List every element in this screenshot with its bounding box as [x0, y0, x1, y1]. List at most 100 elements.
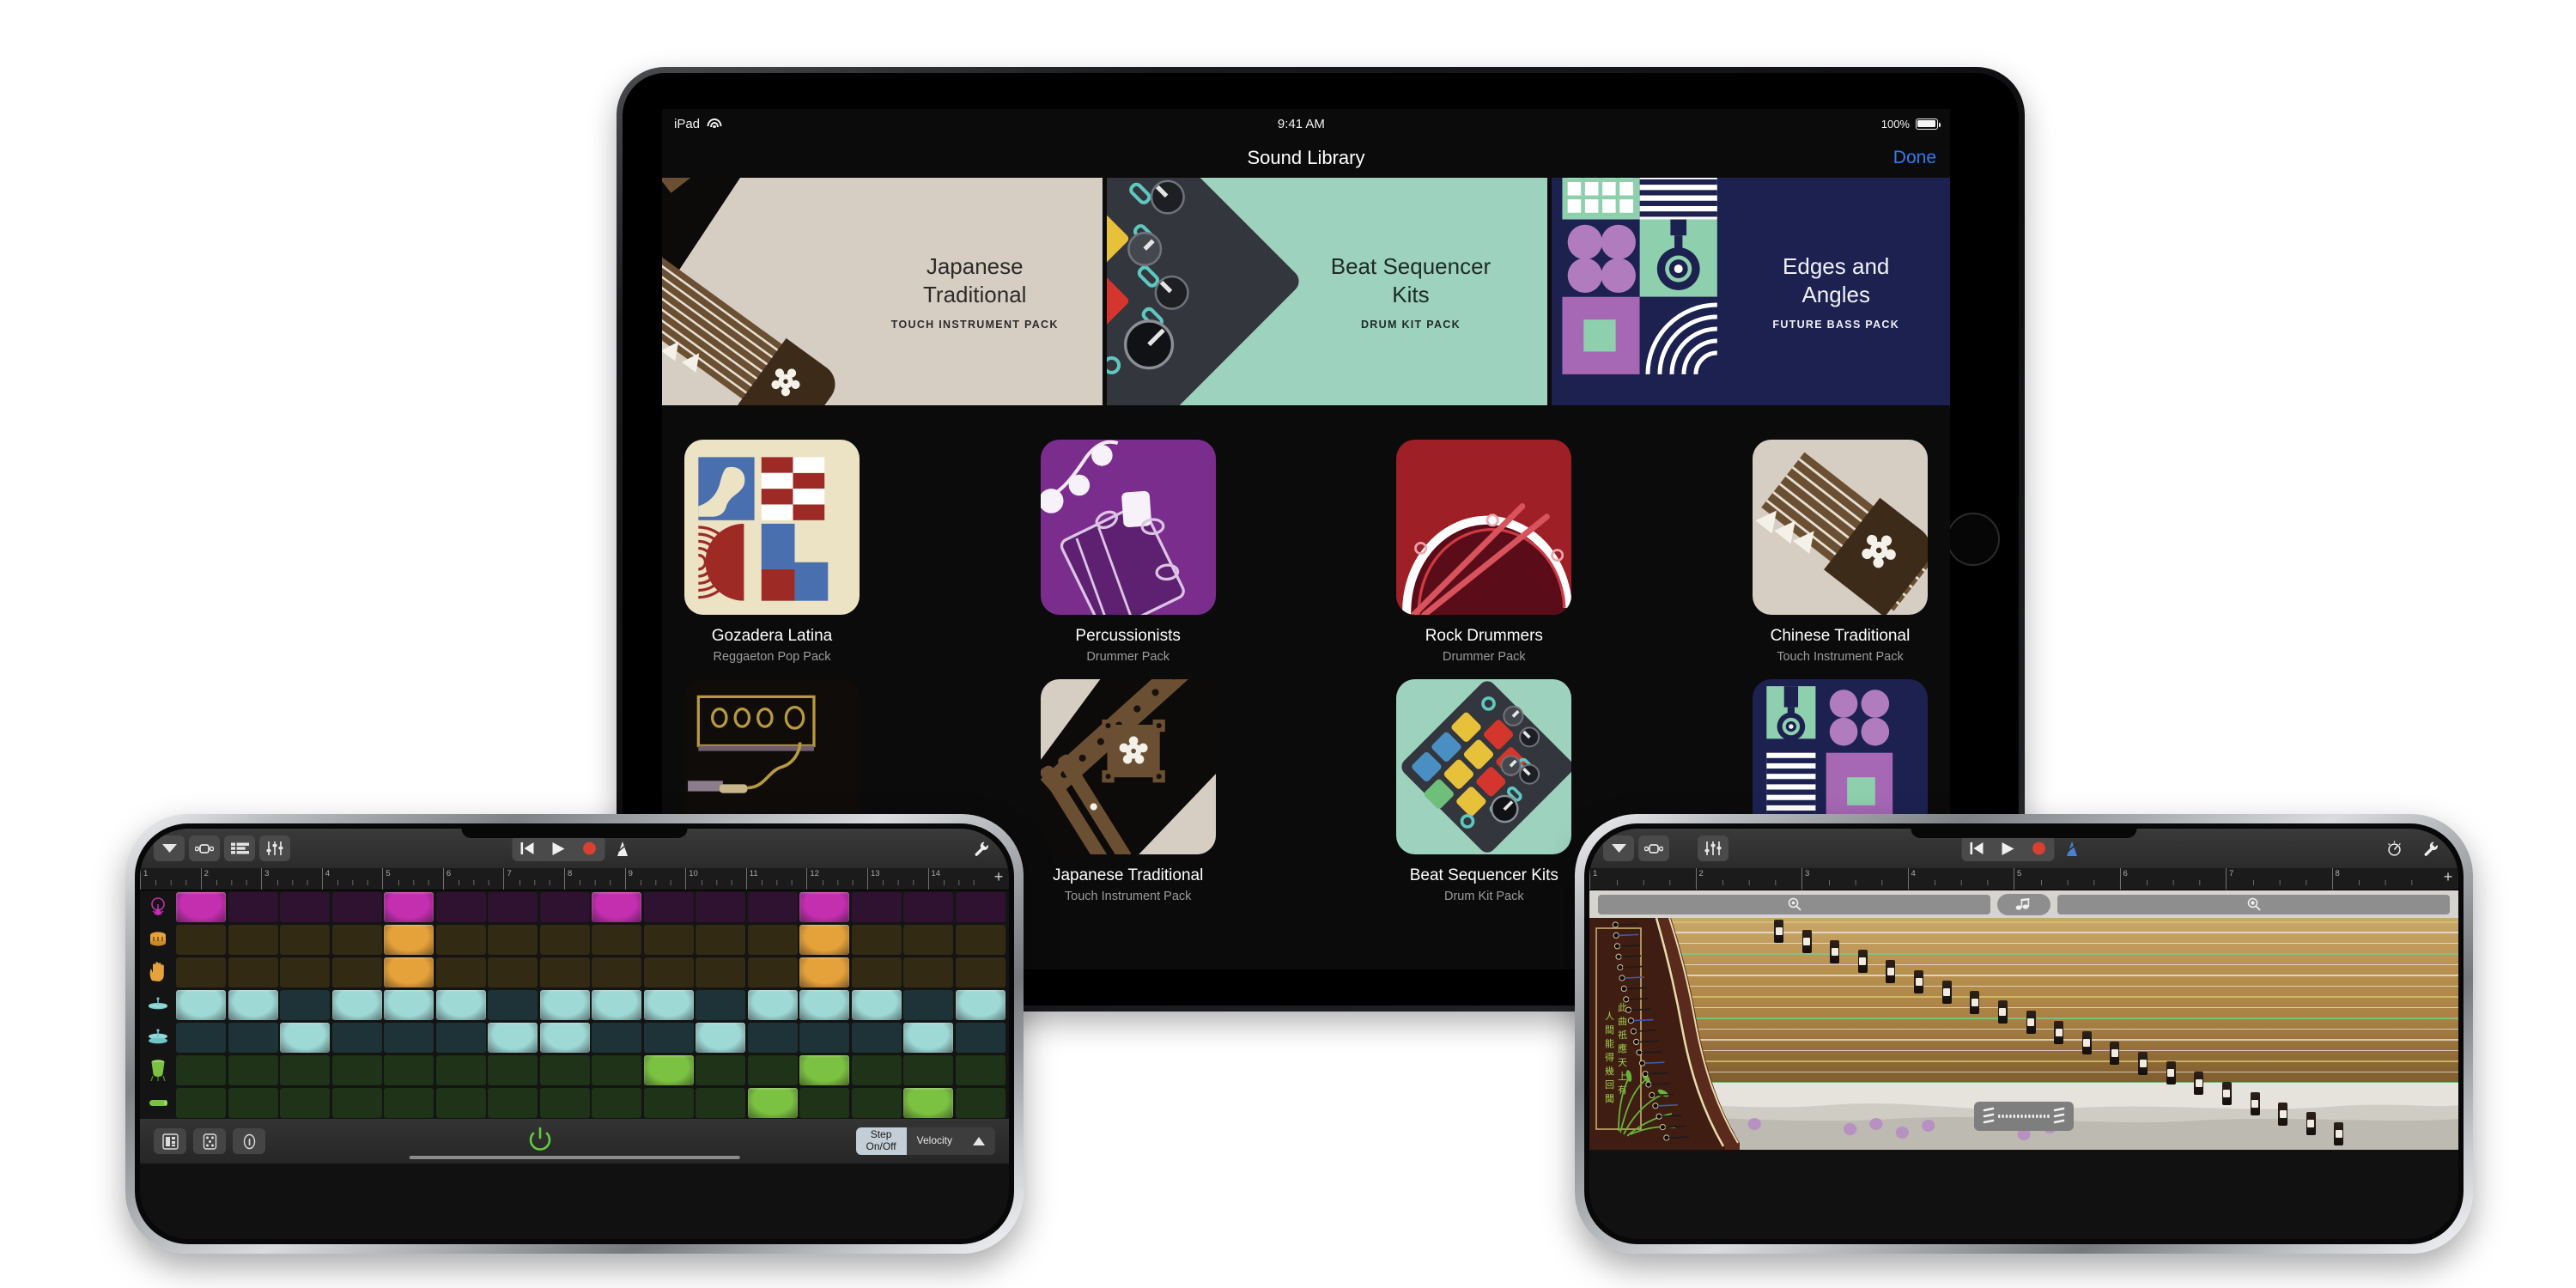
step-cell-off[interactable] [228, 957, 278, 987]
home-button[interactable] [1947, 513, 2000, 566]
step-cell-off[interactable] [176, 957, 227, 987]
banner-edges-and-angles[interactable]: Edges and Angles FUTURE BASS PACK [1552, 178, 1950, 405]
step-cell-on[interactable] [488, 1022, 538, 1053]
step-cell-on[interactable] [384, 924, 434, 955]
step-cell-off[interactable] [228, 924, 278, 955]
conga-icon[interactable] [140, 1054, 176, 1086]
step-cell-off[interactable] [176, 924, 227, 955]
cymbal-icon[interactable] [140, 1021, 176, 1054]
step-cell-off[interactable] [384, 1054, 434, 1085]
step-on-off-button[interactable]: Step On/Off [855, 1127, 907, 1155]
chevron-down-icon[interactable] [154, 835, 185, 861]
record-icon[interactable] [574, 835, 605, 861]
randomize-icon[interactable] [193, 1128, 226, 1154]
step-cell-off[interactable] [331, 1022, 382, 1053]
tile-chinese-traditional[interactable]: Chinese Traditional Touch Instrument Pac… [1752, 440, 1928, 664]
tile-rock-drummers[interactable]: Rock Drummers Drummer Pack [1396, 440, 1572, 664]
step-cell-off[interactable] [488, 1087, 538, 1118]
step-cell-off[interactable] [435, 1087, 486, 1118]
step-cell-off[interactable] [280, 891, 331, 922]
step-cell-off[interactable] [592, 957, 642, 987]
note-repeat-icon[interactable] [154, 1128, 186, 1154]
banner-beat-sequencer-kits[interactable]: Beat Sequencer Kits DRUM KIT PACK [1107, 178, 1547, 405]
step-cell-off[interactable] [851, 1087, 902, 1118]
step-cell-off[interactable] [696, 924, 746, 955]
step-cell-off[interactable] [435, 957, 486, 987]
metronome-icon[interactable] [608, 835, 637, 861]
step-cell-off[interactable] [643, 1087, 694, 1118]
step-cell-on[interactable] [799, 957, 850, 987]
step-cell-on[interactable] [331, 989, 382, 1020]
step-cell-off[interactable] [435, 1054, 486, 1085]
step-cell-off[interactable] [384, 1022, 434, 1053]
wrench-icon[interactable] [966, 835, 995, 861]
step-cell-off[interactable] [435, 924, 486, 955]
step-cell-on[interactable] [799, 1054, 850, 1085]
clap-hand-icon[interactable] [140, 956, 176, 988]
velocity-button[interactable]: Velocity [906, 1127, 963, 1155]
step-cell-off[interactable] [643, 1022, 694, 1053]
step-cell-off[interactable] [176, 1022, 227, 1053]
step-cell-off[interactable] [747, 1022, 798, 1053]
step-cell-on[interactable] [643, 1054, 694, 1085]
expand-up-icon[interactable] [963, 1127, 995, 1155]
tuner-icon[interactable] [2379, 835, 2409, 861]
step-cell-off[interactable] [488, 989, 538, 1020]
step-cell-off[interactable] [592, 1087, 642, 1118]
cycle-icon[interactable] [189, 835, 220, 861]
step-cell-off[interactable] [747, 957, 798, 987]
snare-drum-icon[interactable] [140, 923, 176, 956]
power-icon[interactable] [528, 1127, 552, 1157]
step-cell-off[interactable] [592, 924, 642, 955]
step-cell-off[interactable] [331, 1054, 382, 1085]
step-cell-off[interactable] [228, 1054, 278, 1085]
step-cell-off[interactable] [799, 1022, 850, 1053]
tile-japanese-traditional[interactable]: Japanese Traditional Touch Instrument Pa… [1040, 679, 1216, 903]
step-cell-off[interactable] [592, 1022, 642, 1053]
step-cell-off[interactable] [851, 1054, 902, 1085]
step-cell-off[interactable] [228, 1087, 278, 1118]
step-cell-off[interactable] [280, 1087, 331, 1118]
step-cell-off[interactable] [747, 1054, 798, 1085]
step-cell-off[interactable] [955, 1022, 1005, 1053]
step-cell-on[interactable] [592, 989, 642, 1020]
step-cell-off[interactable] [228, 1022, 278, 1053]
step-cell-off[interactable] [488, 957, 538, 987]
step-cell-off[interactable] [696, 1087, 746, 1118]
step-cell-off[interactable] [331, 957, 382, 987]
step-cell-off[interactable] [903, 1054, 954, 1085]
step-cell-on[interactable] [280, 1022, 331, 1053]
play-icon[interactable] [1993, 835, 2024, 861]
step-cell-on[interactable] [903, 1087, 954, 1118]
step-cell-off[interactable] [851, 957, 902, 987]
step-grid[interactable] [176, 890, 1009, 1119]
step-cell-off[interactable] [488, 1054, 538, 1085]
step-cell-off[interactable] [747, 891, 798, 922]
step-cell-off[interactable] [280, 1054, 331, 1085]
step-cell-off[interactable] [176, 1054, 227, 1085]
step-cell-off[interactable] [331, 891, 382, 922]
step-cell-on[interactable] [799, 891, 850, 922]
add-section-button[interactable]: + [988, 868, 1009, 886]
step-cell-off[interactable] [903, 989, 954, 1020]
hi-hat-icon[interactable] [140, 988, 176, 1021]
step-cell-off[interactable] [488, 924, 538, 955]
banner-japanese-traditional[interactable]: Japanese Traditional TOUCH INSTRUMENT PA… [662, 178, 1103, 405]
step-cell-off[interactable] [539, 957, 590, 987]
play-icon[interactable] [544, 835, 574, 861]
step-cell-off[interactable] [955, 924, 1005, 955]
step-cell-on[interactable] [539, 1022, 590, 1053]
note-icon[interactable] [1997, 893, 2050, 915]
step-cell-on[interactable] [539, 989, 590, 1020]
step-cell-off[interactable] [903, 891, 954, 922]
step-cell-on[interactable] [903, 1022, 954, 1053]
step-cell-on[interactable] [176, 989, 227, 1020]
step-cell-off[interactable] [228, 891, 278, 922]
step-cell-off[interactable] [592, 1054, 642, 1085]
shaker-icon[interactable] [140, 1086, 176, 1119]
step-cell-off[interactable] [176, 1087, 227, 1118]
step-cell-off[interactable] [851, 891, 902, 922]
step-cell-on[interactable] [435, 989, 486, 1020]
timeline-ruler-left[interactable]: 1 2 3 4 5 6 7 8 9 10 11 12 13 14 + [140, 868, 1009, 890]
step-cell-off[interactable] [539, 1054, 590, 1085]
